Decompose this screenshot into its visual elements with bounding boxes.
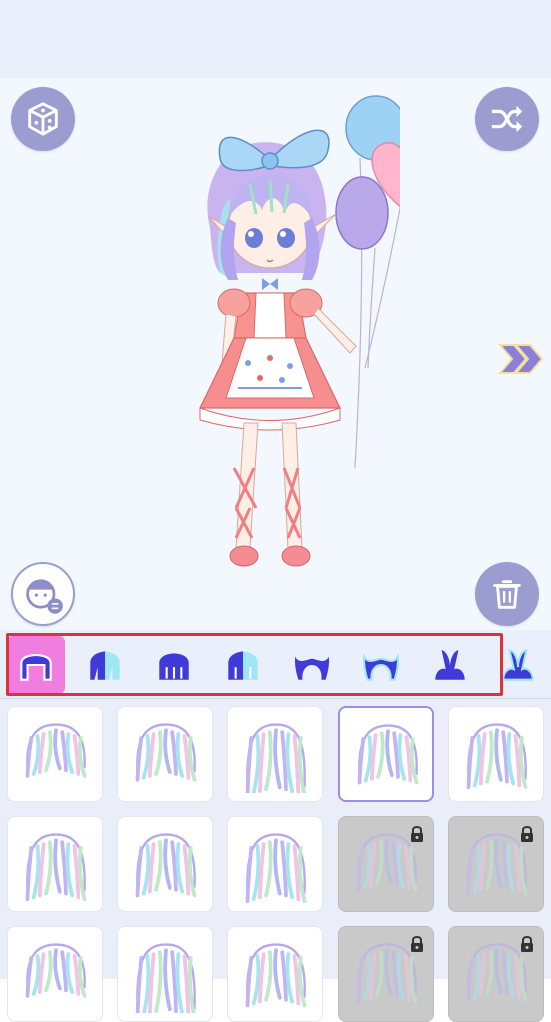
hair-preview-icon (135, 833, 197, 898)
hair-style-item-long-wavy-twin[interactable] (227, 706, 323, 802)
shuffle-icon (491, 105, 523, 133)
hair-style-item-curly-fluffy[interactable] (117, 816, 213, 912)
hair-style-item-long-straight[interactable] (117, 926, 213, 1022)
hair-style-item-straight-bob[interactable] (7, 816, 103, 912)
category-tab-bar (0, 630, 551, 699)
hair-preview-icon (135, 943, 196, 1013)
randomize-button[interactable] (11, 87, 75, 151)
hair-preview-icon (245, 833, 307, 903)
trash-icon (493, 580, 521, 609)
hair-style-grid (0, 699, 551, 1022)
category-highlight-frame (6, 633, 503, 696)
hair-style-item-messy-layered[interactable] (117, 706, 213, 802)
hair-preview-icon (245, 943, 307, 1008)
hair-style-item-messy-spiky[interactable] (448, 816, 544, 912)
face-swap-icon (26, 579, 63, 614)
hair-style-item-wavy-short[interactable] (448, 706, 544, 802)
hair-style-item-bob-bangs[interactable] (338, 706, 434, 802)
hair-style-item-spiky-short[interactable] (338, 816, 434, 912)
swap-face-button[interactable] (11, 562, 75, 626)
delete-button[interactable] (475, 562, 539, 626)
lock-icon (521, 826, 533, 842)
avatar-stage (0, 78, 551, 630)
tab-bunny-ears-outline[interactable] (497, 636, 551, 694)
hair-preview-icon (245, 723, 307, 793)
hair-style-item-side-part[interactable] (227, 926, 323, 1022)
bunny-ears-outline-icon (502, 649, 534, 681)
lock-icon (521, 936, 533, 952)
hair-preview-icon (135, 723, 197, 782)
hair-preview-icon (466, 723, 528, 790)
hair-preview-icon (25, 833, 87, 902)
hair-style-item-side-swept[interactable] (227, 816, 323, 912)
hair-style-item-bow-updo[interactable] (448, 926, 544, 1022)
hair-preview-icon (25, 723, 87, 778)
double-chevron-right-icon[interactable] (498, 343, 544, 375)
hair-preview-icon (25, 943, 87, 998)
hair-style-item-short-bob[interactable] (7, 706, 103, 802)
top-bar (0, 0, 551, 78)
hair-style-item-twin-buns[interactable] (7, 926, 103, 1022)
lock-icon (411, 936, 423, 952)
dice-icon (28, 102, 58, 136)
shuffle-button[interactable] (475, 87, 539, 151)
lock-icon (411, 826, 423, 842)
hair-style-item-wavy-bob[interactable] (338, 926, 434, 1022)
hair-preview-icon (357, 724, 419, 785)
avatar-character (199, 95, 400, 567)
